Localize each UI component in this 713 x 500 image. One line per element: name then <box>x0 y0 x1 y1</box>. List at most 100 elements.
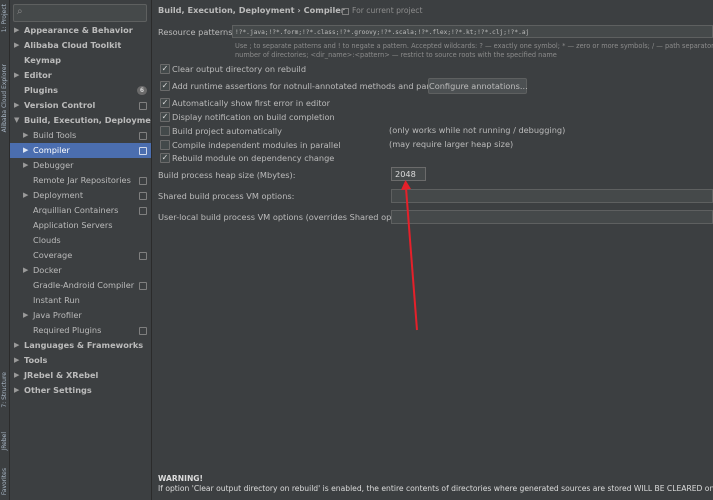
sidebar-item-label: Required Plugins <box>33 325 102 335</box>
project-level-icon <box>342 7 349 15</box>
chevron-right-icon: ▶ <box>14 71 20 79</box>
sidebar-item-label: Appearance & Behavior <box>24 25 133 35</box>
project-level-icon <box>139 252 147 260</box>
sidebar-item-label: Remote Jar Repositories <box>33 175 131 185</box>
sidebar-item-keymap[interactable]: Keymap <box>10 53 151 68</box>
chevron-right-icon: ▶ <box>23 191 29 199</box>
chevron-down-icon: ▼ <box>14 116 20 124</box>
sidebar-item-label: Clouds <box>33 235 61 245</box>
sidebar-item-build-execution-deployment[interactable]: ▼ Build, Execution, Deployment <box>10 113 161 128</box>
chevron-right-icon: ▶ <box>23 161 29 169</box>
checkbox-unchecked-icon[interactable] <box>160 140 170 150</box>
sidebar-item-version-control[interactable]: ▶ Version Control <box>10 98 151 113</box>
cloud-explorer-tool-tab[interactable]: Alibaba Cloud Explorer <box>0 64 9 132</box>
jrebel-tool-tab[interactable]: JRebel <box>0 432 9 451</box>
sidebar-item-build-tools[interactable]: ▶ Build Tools <box>10 128 151 143</box>
sidebar-item-jrebel-xrebel[interactable]: ▶ JRebel & XRebel <box>10 368 151 383</box>
chevron-right-icon: ▶ <box>14 371 20 379</box>
checkbox-checked-icon[interactable]: ✓ <box>160 112 170 122</box>
checkbox-checked-icon[interactable]: ✓ <box>160 153 170 163</box>
chevron-right-icon: ▶ <box>23 311 29 319</box>
sidebar-item-languages-frameworks[interactable]: ▶ Languages & Frameworks <box>10 338 151 353</box>
user-vm-options-label: User-local build process VM options (ove… <box>158 212 418 222</box>
project-level-icon <box>139 207 147 215</box>
chevron-right-icon: ▶ <box>23 266 29 274</box>
sidebar-item-appearance[interactable]: ▶ Appearance & Behavior <box>10 23 151 38</box>
sidebar-item-debugger[interactable]: ▶ Debugger <box>10 158 151 173</box>
sidebar-item-other-settings[interactable]: ▶ Other Settings <box>10 383 151 398</box>
project-level-icon <box>139 282 147 290</box>
sidebar-item-label: Instant Run <box>33 295 80 305</box>
sidebar-item-tools[interactable]: ▶ Tools <box>10 353 151 368</box>
checkbox-label: Automatically show first error in editor <box>172 98 330 108</box>
plugins-update-badge: 6 <box>137 86 147 95</box>
shared-vm-options-input[interactable] <box>391 189 713 203</box>
sidebar-item-editor[interactable]: ▶ Editor <box>10 68 151 83</box>
sidebar-item-label: Gradle-Android Compiler <box>33 280 135 290</box>
breadcrumb-part-compiler: Compiler <box>303 5 345 15</box>
sidebar-item-required-plugins[interactable]: Required Plugins <box>10 323 151 338</box>
sidebar-item-alibaba-cloud-toolkit[interactable]: ▶ Alibaba Cloud Toolkit <box>10 38 151 53</box>
sidebar-item-label: Application Servers <box>33 220 113 230</box>
scope-note: For current project <box>342 6 422 15</box>
sidebar-item-label: Keymap <box>24 55 62 65</box>
sidebar-item-gradle-android-compiler[interactable]: Gradle-Android Compiler <box>10 278 151 293</box>
tool-window-strip: 1: Project Alibaba Cloud Explorer 7: Str… <box>0 0 10 500</box>
project-level-icon <box>139 192 147 200</box>
resource-patterns-label: Resource patterns: <box>158 27 236 37</box>
sidebar-item-label: Other Settings <box>24 385 92 395</box>
sidebar-item-label: Deployment <box>33 190 84 200</box>
heap-size-label: Build process heap size (Mbytes): <box>158 170 296 180</box>
checkbox-label: Add runtime assertions for notnull-annot… <box>172 81 464 91</box>
resource-patterns-input[interactable]: !?*.java;!?*.form;!?*.class;!?*.groovy;!… <box>232 25 713 38</box>
user-vm-options-input[interactable] <box>391 210 713 224</box>
sidebar-item-label: Coverage <box>33 250 73 260</box>
project-level-icon <box>139 132 147 140</box>
sidebar-item-deployment[interactable]: ▶ Deployment <box>10 188 151 203</box>
sidebar-item-label: Languages & Frameworks <box>24 340 144 350</box>
chevron-right-icon: ▶ <box>14 386 20 394</box>
breadcrumb-separator: › <box>297 5 301 15</box>
sidebar-item-remote-jar-repositories[interactable]: Remote Jar Repositories <box>10 173 151 188</box>
sidebar-item-instant-run[interactable]: Instant Run <box>10 293 151 308</box>
sidebar-item-label: Tools <box>24 355 48 365</box>
sidebar-item-label: Alibaba Cloud Toolkit <box>24 40 122 50</box>
sidebar-item-docker[interactable]: ▶ Docker <box>10 263 151 278</box>
configure-annotations-button[interactable]: Configure annotations... <box>428 78 528 94</box>
project-level-icon <box>139 102 147 110</box>
heap-size-input[interactable]: 2048 <box>391 167 426 181</box>
settings-tree: ⌕ ▶ Appearance & Behavior ▶ Alibaba Clou… <box>10 0 161 500</box>
checkbox-checked-icon[interactable]: ✓ <box>160 81 170 91</box>
chevron-right-icon: ▶ <box>14 341 20 349</box>
chevron-right-icon: ▶ <box>14 41 20 49</box>
sidebar-item-label: Arquillian Containers <box>33 205 119 215</box>
sidebar-item-compiler[interactable]: ▶ Compiler <box>10 143 151 158</box>
checkbox-unchecked-icon[interactable] <box>160 126 170 136</box>
sidebar-item-label: Docker <box>33 265 62 275</box>
favorites-tool-tab[interactable]: Favorites <box>0 468 9 495</box>
checkbox-label: Rebuild module on dependency change <box>172 153 335 163</box>
checkbox-label: Compile independent modules in parallel <box>172 140 341 150</box>
sidebar-item-java-profiler[interactable]: ▶ Java Profiler <box>10 308 151 323</box>
sidebar-item-label: Editor <box>24 70 52 80</box>
settings-search-input[interactable]: ⌕ <box>13 4 147 22</box>
project-level-icon <box>139 147 147 155</box>
structure-tool-tab[interactable]: 7: Structure <box>0 372 9 408</box>
sidebar-item-coverage[interactable]: Coverage <box>10 248 151 263</box>
chevron-right-icon: ▶ <box>14 101 20 109</box>
parallel-compile-note: (may require larger heap size) <box>389 139 514 149</box>
sidebar-item-label: Version Control <box>24 100 96 110</box>
build-automatically-note: (only works while not running / debuggin… <box>389 125 566 135</box>
sidebar-item-label: Plugins <box>24 85 59 95</box>
scope-text: For current project <box>352 6 423 15</box>
project-tool-tab[interactable]: 1: Project <box>0 4 9 32</box>
sidebar-item-arquillian-containers[interactable]: Arquillian Containers <box>10 203 151 218</box>
checkbox-checked-icon[interactable]: ✓ <box>160 98 170 108</box>
checkbox-checked-icon[interactable]: ✓ <box>160 64 170 74</box>
compiler-settings-panel: Build, Execution, Deployment › Compiler … <box>152 0 713 500</box>
resource-patterns-hint-line2: number of directories; <dir_name>:<patte… <box>235 51 557 59</box>
sidebar-item-plugins[interactable]: Plugins 6 <box>10 83 151 98</box>
chevron-right-icon: ▶ <box>14 356 20 364</box>
sidebar-item-application-servers[interactable]: Application Servers <box>10 218 151 233</box>
sidebar-item-clouds[interactable]: Clouds <box>10 233 151 248</box>
